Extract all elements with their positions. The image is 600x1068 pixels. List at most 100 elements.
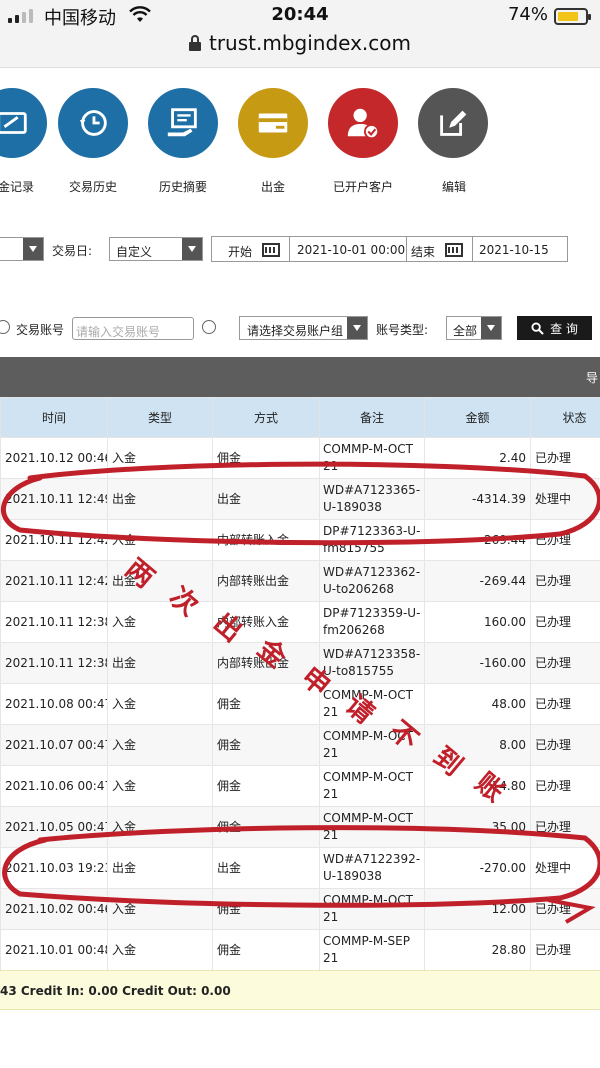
cell-time: 2021.10.11 12:42	[0, 560, 108, 602]
nav-edit-button[interactable]	[408, 88, 498, 158]
header-type[interactable]: 类型	[107, 397, 213, 438]
cell-time: 2021.10.11 12:38	[0, 601, 108, 643]
table-row[interactable]: 2021.10.11 12:49 出金 出金 WD#A7123365-U-189038…	[0, 478, 600, 520]
cell-note: WD#A7122392-U-189038	[319, 847, 425, 889]
cell-type: 入金	[107, 519, 213, 561]
cell-status: 已办理	[530, 683, 600, 725]
cell-time: 2021.10.05 00:47	[0, 806, 108, 848]
cell-time: 2021.10.02 00:46	[0, 888, 108, 930]
date-range-group: 开始 2021-10-01 00:00 结束 2021-10-15	[211, 236, 568, 262]
nav-opened-clients-button[interactable]	[318, 88, 408, 158]
cell-status: 处理中	[530, 847, 600, 889]
cell-time: 2021.10.11 12:38	[0, 642, 108, 684]
user-check-icon	[347, 108, 380, 140]
monitor-hand-icon	[167, 108, 197, 137]
table-row[interactable]: 2021.10.03 19:23 出金 出金 WD#A7122392-U-189038…	[0, 847, 600, 889]
totals-text: 43 Credit In: 0.00 Credit Out: 0.00	[0, 984, 231, 998]
cell-type: 出金	[107, 642, 213, 684]
partial-select[interactable]	[0, 237, 44, 261]
header-method[interactable]: 方式	[212, 397, 320, 438]
trade-date-label: 交易日:	[52, 244, 93, 258]
search-button[interactable]: 查 询	[517, 316, 592, 340]
cell-type: 入金	[107, 888, 213, 930]
cell-note: COMMP-M-OCT 21	[319, 888, 425, 930]
nav-trade-history-label: 交易历史	[69, 180, 118, 194]
cell-amount: -160.00	[424, 642, 531, 684]
cell-type: 入金	[107, 601, 213, 643]
date-mode-select[interactable]: 自定义	[109, 237, 203, 261]
account-label: 交易账号	[16, 323, 65, 337]
cell-status: 已办理	[530, 806, 600, 848]
cell-amount: -4314.39	[424, 478, 531, 520]
cell-amount: 12.00	[424, 888, 531, 930]
cell-note: COMMP-M-OCT 21	[319, 806, 425, 848]
url-text: trust.mbgindex.com	[208, 31, 412, 55]
date-mode-value: 自定义	[116, 245, 153, 259]
battery-icon	[554, 8, 591, 25]
cell-method: 出金	[212, 847, 320, 889]
header-note[interactable]: 备注	[319, 397, 425, 438]
start-calendar-icon[interactable]	[262, 242, 280, 257]
cell-status: 处理中	[530, 478, 600, 520]
battery-percent: 74%	[507, 4, 548, 25]
cell-note: WD#A7123362-U-to206268	[319, 560, 425, 602]
nav-withdraw-label: 出金	[261, 180, 286, 194]
cell-amount: 35.00	[424, 806, 531, 848]
table-row[interactable]: 2021.10.11 12:42 入金 内部转账入金 DP#7123363-U-fm8…	[0, 519, 600, 561]
cell-time: 2021.10.12 00:46	[0, 437, 108, 479]
header-status[interactable]: 状态	[530, 397, 600, 438]
cell-type: 出金	[107, 847, 213, 889]
nav-withdraw-button[interactable]	[228, 88, 318, 158]
account-group-select[interactable]: 请选择交易账户组	[239, 316, 368, 340]
end-calendar-icon[interactable]	[445, 242, 463, 257]
cell-status: 已办理	[530, 437, 600, 479]
nav-history-summary-button[interactable]	[138, 88, 228, 158]
totals-footer: 43 Credit In: 0.00 Credit Out: 0.00	[0, 970, 600, 1010]
cell-status: 已办理	[530, 560, 600, 602]
edit-icon	[440, 110, 467, 136]
cell-method: 内部转账入金	[212, 519, 320, 561]
table-row[interactable]: 2021.10.12 00:46 入金 佣金 COMMP-M-OCT 21 2.40 已办…	[0, 437, 600, 479]
account-input[interactable]: 请输入交易账号	[72, 317, 194, 340]
cell-status: 已办理	[530, 929, 600, 971]
start-date-input[interactable]: 2021-10-01 00:00	[297, 243, 405, 257]
cell-status: 已办理	[530, 888, 600, 930]
cell-note: WD#A7123365-U-189038	[319, 478, 425, 520]
cell-method: 佣金	[212, 765, 320, 807]
nav-opened-clients-label: 已开户客户	[333, 180, 394, 194]
export-label[interactable]: 导	[586, 369, 598, 386]
radio-option-2[interactable]	[202, 320, 216, 334]
cell-method: 佣金	[212, 929, 320, 971]
cell-type: 入金	[107, 683, 213, 725]
cell-time: 2021.10.03 19:23	[0, 847, 108, 889]
table-row[interactable]: 2021.10.11 12:42 出金 内部转账出金 WD#A7123362-U-to…	[0, 560, 600, 602]
cell-amount: -270.00	[424, 847, 531, 889]
table-row[interactable]: 2021.10.06 00:47 入金 佣金 COMMP-M-OCT 21 14.80 已…	[0, 765, 600, 807]
cell-type: 入金	[107, 765, 213, 807]
cell-note: COMMP-M-OCT 21	[319, 437, 425, 479]
end-date-input[interactable]: 2021-10-15	[479, 243, 549, 257]
cell-amount: -269.44	[424, 560, 531, 602]
table-header-row: 时间 类型 方式 备注 金额 状态	[0, 397, 600, 438]
header-time[interactable]: 时间	[0, 397, 108, 438]
table-row[interactable]: 2021.10.05 00:47 入金 佣金 COMMP-M-OCT 21 35.00 已…	[0, 806, 600, 848]
table-row[interactable]: 2021.10.11 12:38 入金 内部转账入金 DP#7123359-U-fm2…	[0, 601, 600, 643]
nav-trade-history-button[interactable]	[48, 88, 138, 158]
end-label: 结束	[411, 245, 436, 259]
account-type-select[interactable]: 全部	[446, 316, 502, 340]
nav-record-label: 金记录	[0, 180, 35, 194]
cell-note: DP#7123363-U-fm815755	[319, 519, 425, 561]
table-row[interactable]: 2021.10.02 00:46 入金 佣金 COMMP-M-OCT 21 12.00 已…	[0, 888, 600, 930]
table-row[interactable]: 2021.10.07 00:47 入金 佣金 COMMP-M-OCT 21 8.00 已办…	[0, 724, 600, 766]
table-toolbar: 导	[0, 357, 600, 397]
header-amount[interactable]: 金额	[424, 397, 531, 438]
account-placeholder: 请输入交易账号	[76, 325, 161, 339]
address-bar[interactable]: trust.mbgindex.com	[0, 31, 600, 55]
record-icon	[0, 112, 27, 134]
account-group-value: 请选择交易账户组	[247, 324, 344, 338]
cell-amount: 2.40	[424, 437, 531, 479]
radio-option-1[interactable]	[0, 320, 10, 334]
table-row[interactable]: 2021.10.01 00:48 入金 佣金 COMMP-M-SEP 21 28.80 已…	[0, 929, 600, 971]
search-icon	[531, 321, 544, 335]
cell-time: 2021.10.07 00:47	[0, 724, 108, 766]
